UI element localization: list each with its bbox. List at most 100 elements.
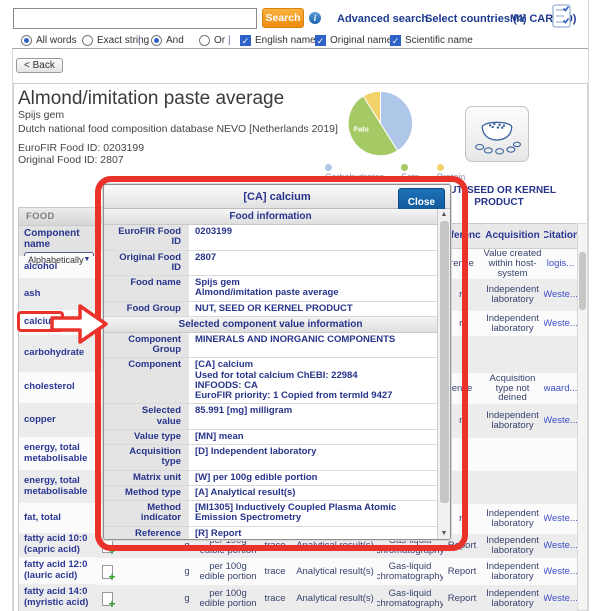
search-button[interactable]: Search (262, 8, 304, 28)
field-label: Food Group (104, 302, 189, 316)
search-input[interactable] (13, 8, 257, 29)
radio-and-label: And (166, 35, 184, 46)
food-original-name: Spijs gem (18, 109, 64, 121)
component-link-copper[interactable]: copper (19, 403, 97, 437)
checkbox-english-label: English name (255, 35, 316, 46)
page: Search i Advanced search Select countrie… (0, 0, 600, 611)
component-link-fatty-acid-12[interactable]: fatty acid 12:0 (lauric acid) (19, 557, 97, 584)
radio-or-label: Or (214, 35, 225, 46)
radio-all-words[interactable]: All words (21, 34, 77, 46)
original-food-id: Original Food ID: 2807 (18, 154, 124, 166)
field-label: EuroFIR Food ID (104, 225, 189, 250)
field-value: NUT, SEED OR KERNEL PRODUCT (189, 302, 437, 316)
checkbox-icon[interactable]: ✓ (240, 35, 251, 46)
radio-or[interactable]: Or (199, 34, 225, 46)
table-scrollbar-thumb[interactable] (579, 252, 586, 310)
cell-acquisition (481, 438, 544, 471)
field-label: Component Group (104, 333, 189, 358)
back-button[interactable]: < Back (16, 58, 63, 73)
cart-checklist-icon[interactable] (552, 4, 572, 29)
modal-row: Method type[A] Analytical result(s) (104, 486, 437, 501)
citation-link[interactable]: Weste... (544, 534, 577, 558)
field-value: 2807 (189, 251, 437, 276)
component-link-energy-1[interactable]: energy, total metabolisable (19, 437, 97, 470)
cell-acquisition (481, 471, 544, 504)
citation-link[interactable]: Weste... (544, 404, 577, 438)
component-detail-modal: [CA] calcium Close Food information Euro… (103, 184, 451, 540)
citation-link[interactable]: Weste... (544, 279, 577, 311)
legend-dot-fats (401, 164, 408, 171)
checkbox-icon[interactable]: ✓ (315, 35, 326, 46)
component-link-fatty-acid-14[interactable]: fatty acid 14:0 (myristic acid) (19, 584, 97, 611)
citation-link[interactable]: Weste... (544, 585, 577, 611)
add-icon[interactable] (102, 539, 113, 553)
checkbox-original-label: Original name (330, 35, 392, 46)
component-link-cholesterol[interactable]: cholesterol (19, 372, 97, 403)
citation-link[interactable]: waard... (544, 373, 577, 404)
macronutrient-pie-chart: Fats (347, 90, 414, 157)
radio-and[interactable]: And (151, 34, 184, 46)
field-value: [CA] calcium Used for total calcium ChEB… (189, 358, 437, 403)
checkbox-icon[interactable]: ✓ (390, 35, 401, 46)
component-link-calcium[interactable]: calcium (19, 310, 97, 335)
component-link-energy-2[interactable]: energy, total metabolisable (19, 470, 97, 503)
field-label: Method indicator (104, 501, 189, 526)
radio-icon[interactable] (199, 35, 210, 46)
scroll-down-icon[interactable]: ▼ (438, 530, 450, 537)
modal-row: Component GroupMINERALS AND INORGANIC CO… (104, 333, 437, 359)
table-scrollbar[interactable] (577, 223, 588, 611)
component-link-fatty-acid-10[interactable]: fatty acid 10:0 (capric acid) (19, 533, 97, 557)
cell-value-type: trace (257, 558, 293, 585)
checkbox-english-name[interactable]: ✓ English name (240, 34, 316, 46)
field-value: [MI1305] Inductively Coupled Plasma Atom… (189, 501, 437, 526)
component-link-carbohydrate[interactable]: carbohydrate (19, 335, 97, 372)
scroll-up-icon[interactable]: ▲ (438, 211, 450, 218)
modal-title-bar: [CA] calcium Close (104, 185, 450, 209)
component-link-ash[interactable]: ash (19, 278, 97, 310)
citation-link[interactable]: logis... (544, 249, 577, 279)
checkbox-original-name[interactable]: ✓ Original name (315, 34, 392, 46)
cell-acquisition: Independent laboratory (481, 311, 544, 336)
modal-body: Food information EuroFIR Food ID0203199 … (104, 209, 437, 539)
modal-scrollbar-thumb[interactable] (440, 221, 449, 503)
radio-icon[interactable] (82, 35, 93, 46)
radio-icon[interactable] (151, 35, 162, 46)
field-label: Acquisition type (104, 445, 189, 470)
radio-all-words-label: All words (36, 35, 77, 46)
modal-row: Method indicator[MI1305] Inductively Cou… (104, 501, 437, 527)
cell-method: Gas-liquid chromatography (377, 558, 443, 585)
modal-scrollbar[interactable]: ▲ ▼ (437, 209, 450, 539)
cell-value (117, 585, 175, 611)
component-name-column: Component name Alphabetically▼ alcohol a… (18, 226, 97, 611)
add-icon[interactable] (102, 565, 113, 579)
cell-unit: g (175, 558, 199, 585)
citation-link[interactable]: Weste... (544, 311, 577, 336)
checkbox-scientific-name[interactable]: ✓Scientific name (390, 34, 473, 46)
citation-link[interactable] (544, 471, 577, 504)
field-label: Food name (104, 276, 189, 301)
add-icon[interactable] (102, 592, 113, 606)
citation-link[interactable] (544, 336, 577, 373)
cell-reference: Report (443, 585, 481, 611)
cell-value-type: trace (257, 585, 293, 611)
page-title: Almond/imitation paste average (18, 88, 284, 110)
advanced-search-link[interactable]: Advanced search (337, 13, 428, 25)
info-icon[interactable]: i (309, 12, 321, 24)
separator: | (138, 35, 141, 46)
field-label: Value type (104, 430, 189, 444)
citation-link[interactable] (544, 438, 577, 471)
cell-acquisition: Independent laboratory (481, 585, 544, 611)
header-citation: Citation (544, 224, 577, 248)
legend-fats: Fats (401, 162, 428, 182)
cell-reference: Report (443, 558, 481, 585)
modal-row: EuroFIR Food ID0203199 (104, 225, 437, 251)
citation-link[interactable]: Weste... (544, 504, 577, 534)
radio-icon[interactable] (21, 35, 32, 46)
cell-matrix: per 100g edible portion (199, 585, 257, 611)
nut-bowl-icon (471, 112, 523, 156)
modal-row: Original Food ID2807 (104, 251, 437, 277)
component-link-fat-total[interactable]: fat, total (19, 503, 97, 533)
cell-acquisition: Independent laboratory (481, 504, 544, 534)
cell-acquisition: Independent laboratory (481, 404, 544, 438)
citation-link[interactable]: Weste... (544, 558, 577, 585)
